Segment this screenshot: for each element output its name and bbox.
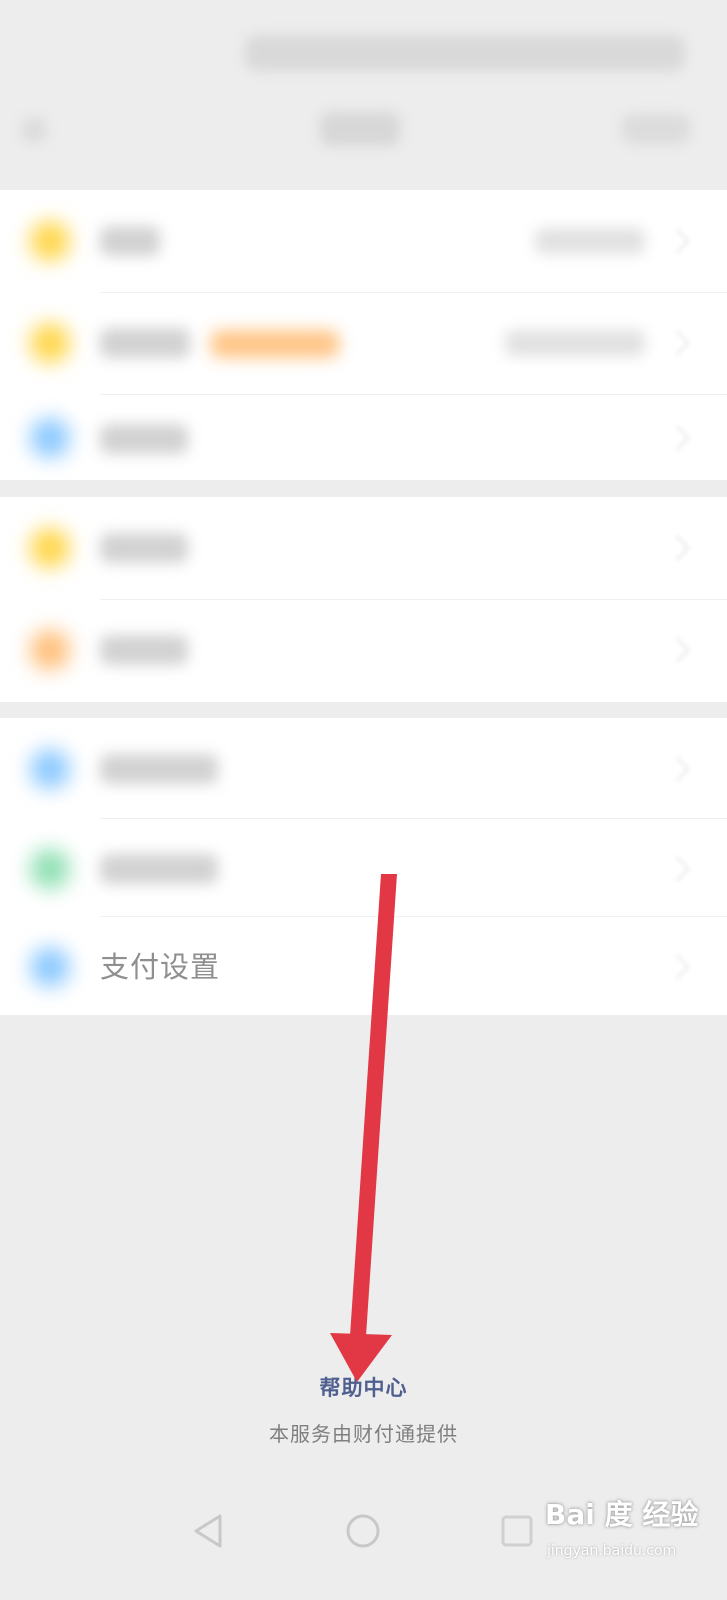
circle-home-icon[interactable] <box>342 1510 384 1552</box>
annotation-arrow <box>330 874 397 1382</box>
baidu-jingyan-watermark: Bai 度 经验 jingyan.baidu.com <box>545 1487 720 1577</box>
arrow-shaft <box>350 874 397 1336</box>
triangle-back-icon[interactable] <box>188 1510 230 1552</box>
watermark-url-text: jingyan.baidu.com <box>547 1543 677 1559</box>
square-recent-icon[interactable] <box>496 1510 538 1552</box>
arrow-head <box>330 1333 392 1382</box>
watermark-brand-text: Bai 度 经验 <box>545 1498 699 1531</box>
